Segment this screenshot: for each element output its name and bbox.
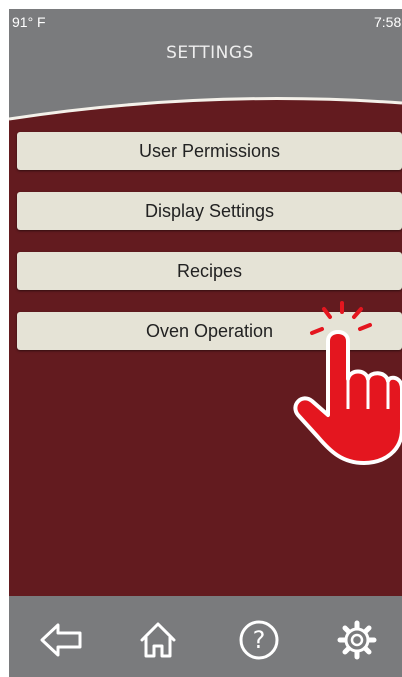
gear-icon: [337, 620, 377, 660]
svg-text:?: ?: [253, 626, 266, 654]
help-icon: ?: [239, 620, 279, 660]
user-permissions-label: User Permissions: [138, 140, 281, 161]
back-arrow-icon: [40, 623, 82, 657]
oven-operation-label: Oven Operation: [145, 320, 274, 341]
status-bar: 91° F 7:58: [9, 9, 402, 33]
app-screen: 91° F 7:58 SETTINGS User Permissions Dis…: [9, 9, 402, 677]
clock: 7:58: [374, 14, 402, 30]
display-settings-label: Display Settings: [144, 200, 275, 221]
home-button[interactable]: [136, 618, 180, 662]
temperature-readout: 91° F: [12, 14, 46, 30]
display-settings-button[interactable]: Display Settings: [17, 192, 402, 230]
user-permissions-button[interactable]: User Permissions: [17, 132, 402, 170]
settings-button[interactable]: [335, 618, 379, 662]
page-title: SETTINGS: [166, 43, 254, 63]
bottom-nav-bar: ?: [9, 596, 402, 677]
recipes-label: Recipes: [176, 260, 243, 281]
recipes-button[interactable]: Recipes: [17, 252, 402, 290]
back-button[interactable]: [39, 618, 83, 662]
tap-pointer-hand-icon: [293, 301, 402, 465]
help-button[interactable]: ?: [237, 618, 281, 662]
home-icon: [140, 622, 176, 658]
